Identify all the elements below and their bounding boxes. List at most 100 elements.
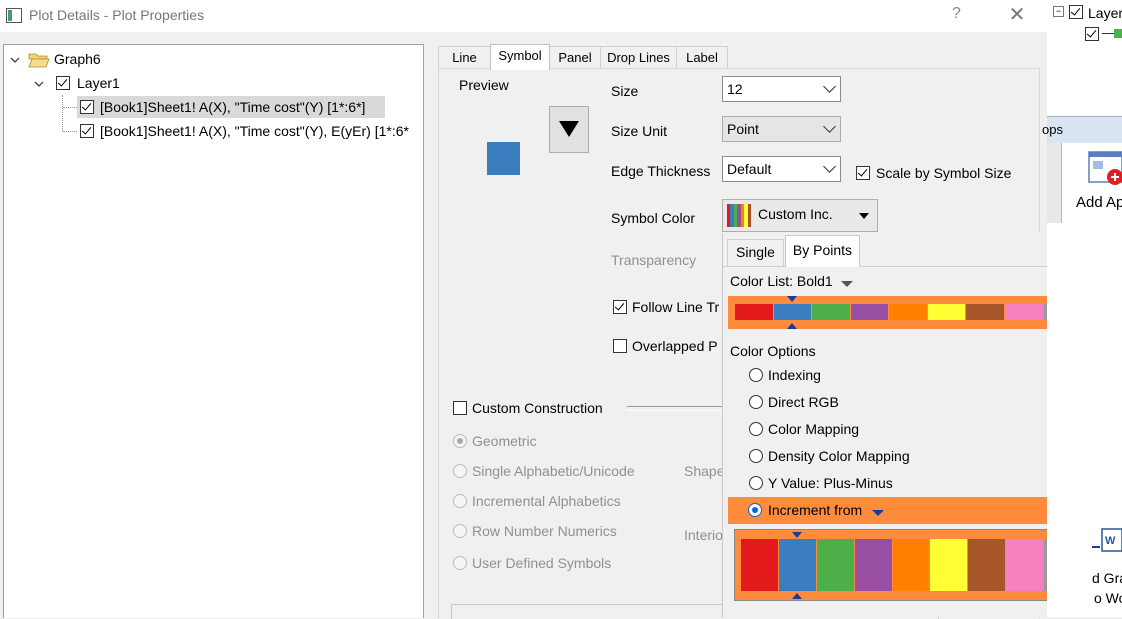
size-value: 12 — [727, 81, 743, 97]
custom-construction-label: Custom Construction — [472, 400, 603, 416]
overlapped-label: Overlapped P — [632, 338, 718, 354]
background-window: − Layer ops Add Ap W d Gra o Wo — [1042, 0, 1122, 617]
scrollbar[interactable] — [1047, 143, 1062, 223]
color-swatch — [747, 204, 751, 227]
edge-thickness-combo[interactable]: Default — [722, 156, 841, 182]
app-icon — [6, 8, 22, 23]
tree-node-plot-2[interactable]: [Book1]Sheet1! A(X), "Time cost"(Y), E(y… — [100, 123, 422, 139]
preview-label: Preview — [459, 77, 509, 93]
marker-down-icon — [792, 532, 802, 538]
row-number-numerics-label: Row Number Numerics — [472, 523, 617, 539]
incremental-alphabetics-radio[interactable] — [453, 494, 467, 508]
user-defined-symbols-label: User Defined Symbols — [472, 555, 612, 571]
side-label-1: d Gra — [1092, 570, 1122, 586]
y-value-plus-minus-label: Y Value: Plus-Minus — [768, 475, 893, 491]
color-swatch — [1006, 539, 1044, 591]
symbol-color-combo[interactable]: Custom Inc. — [722, 199, 878, 232]
word-icon[interactable]: W — [1092, 525, 1122, 555]
color-swatch — [1004, 304, 1043, 320]
add-app-icon[interactable] — [1087, 150, 1122, 190]
close-button[interactable]: ✕ — [1006, 4, 1028, 26]
tree-node-layer[interactable]: Layer1 — [77, 75, 120, 91]
density-color-mapping-radio[interactable] — [749, 449, 763, 463]
window-title: Plot Details - Plot Properties — [29, 7, 205, 23]
edge-thickness-label: Edge Thickness — [611, 163, 711, 179]
increment-palette-swatches — [741, 539, 1082, 591]
color-list-swatches — [735, 304, 1082, 320]
layer-checkbox[interactable] — [56, 76, 70, 90]
single-alphabetic-radio[interactable] — [453, 464, 467, 478]
chevron-down-icon[interactable] — [10, 55, 20, 65]
size-label: Size — [611, 83, 639, 99]
tree-connector — [63, 107, 77, 108]
popup-tab-single[interactable]: Single — [727, 239, 784, 266]
layer-checkbox[interactable] — [1069, 5, 1083, 19]
color-swatch — [854, 539, 892, 591]
row-number-numerics-radio[interactable] — [453, 524, 467, 538]
user-defined-symbols-radio[interactable] — [453, 556, 467, 570]
collapse-icon[interactable]: − — [1053, 6, 1064, 17]
color-mapping-radio[interactable] — [749, 422, 763, 436]
color-list-label[interactable]: Color List: Bold1 — [730, 273, 833, 289]
symbol-preview — [487, 142, 520, 175]
follow-line-checkbox[interactable] — [613, 300, 627, 314]
triangle-down-icon[interactable] — [841, 280, 853, 288]
increment-palette[interactable] — [734, 529, 1088, 601]
plot-checkbox[interactable] — [1085, 27, 1099, 41]
triangle-down-icon[interactable] — [872, 509, 884, 517]
chevron-down-icon[interactable] — [34, 79, 44, 89]
plot-checkbox-1[interactable] — [80, 100, 94, 114]
marker-up-icon — [787, 323, 797, 329]
apps-tab-label: ops — [1042, 122, 1063, 137]
help-button[interactable]: ? — [952, 5, 968, 25]
tab-drop-lines[interactable]: Drop Lines — [600, 46, 677, 69]
geometric-label: Geometric — [472, 433, 537, 449]
line-icon — [1102, 33, 1114, 34]
tab-symbol[interactable]: Symbol — [490, 44, 550, 70]
size-unit-label: Size Unit — [611, 123, 668, 139]
indexing-radio[interactable] — [749, 368, 763, 382]
title-bar: Plot Details - Plot Properties ? ✕ — [0, 0, 1047, 32]
custom-construction-checkbox[interactable] — [453, 401, 467, 415]
direct-rgb-label: Direct RGB — [768, 394, 839, 410]
overlapped-checkbox[interactable] — [613, 339, 627, 353]
y-value-plus-minus-radio[interactable] — [749, 476, 763, 490]
single-alphabetic-label: Single Alphabetic/Unicode — [472, 463, 635, 479]
direct-rgb-radio[interactable] — [749, 395, 763, 409]
geometric-radio[interactable] — [453, 434, 467, 448]
color-swatch — [850, 304, 889, 320]
increment-from-row[interactable]: Increment from — [728, 497, 1088, 524]
color-swatch — [773, 304, 812, 320]
color-swatch — [816, 539, 854, 591]
color-swatch — [892, 539, 930, 591]
tab-apps[interactable]: ops — [1042, 116, 1122, 143]
popup-tab-by-points[interactable]: By Points — [785, 235, 860, 267]
tree-connector — [63, 131, 77, 132]
scale-by-size-checkbox[interactable] — [856, 166, 870, 180]
plot-checkbox-2[interactable] — [80, 124, 94, 138]
size-combo[interactable]: 12 — [722, 76, 841, 102]
follow-line-label: Follow Line Tr — [632, 299, 720, 315]
tab-line[interactable]: Line — [438, 46, 491, 69]
edge-thickness-value: Default — [727, 161, 772, 177]
color-swatch — [966, 304, 1004, 320]
triangle-down-icon — [559, 121, 579, 137]
color-swatch — [927, 304, 966, 320]
plot-tree: Graph6 Layer1 [Book1]Sheet1! A(X), "Time… — [3, 44, 424, 618]
tree-node-plot-1[interactable]: [Book1]Sheet1! A(X), "Time cost"(Y) [1*:… — [100, 99, 365, 115]
chevron-down-icon — [823, 120, 836, 133]
scale-by-size-label: Scale by Symbol Size — [876, 165, 1012, 181]
tab-panel[interactable]: Panel — [549, 46, 601, 69]
size-unit-combo[interactable]: Point — [722, 116, 841, 142]
increment-from-label: Increment from — [768, 502, 863, 518]
color-options-label: Color Options — [730, 343, 816, 359]
increment-from-radio[interactable] — [748, 503, 762, 517]
incremental-alphabetics-label: Incremental Alphabetics — [472, 493, 621, 509]
plot-details-dialog: Plot Details - Plot Properties ? ✕ Graph… — [0, 0, 1122, 619]
svg-text:W: W — [1105, 535, 1116, 547]
color-list-icon — [727, 204, 751, 227]
tab-label[interactable]: Label — [676, 46, 728, 69]
tree-connector — [62, 95, 63, 131]
symbol-shape-button[interactable] — [549, 106, 589, 153]
tree-node-graph[interactable]: Graph6 — [54, 51, 101, 67]
